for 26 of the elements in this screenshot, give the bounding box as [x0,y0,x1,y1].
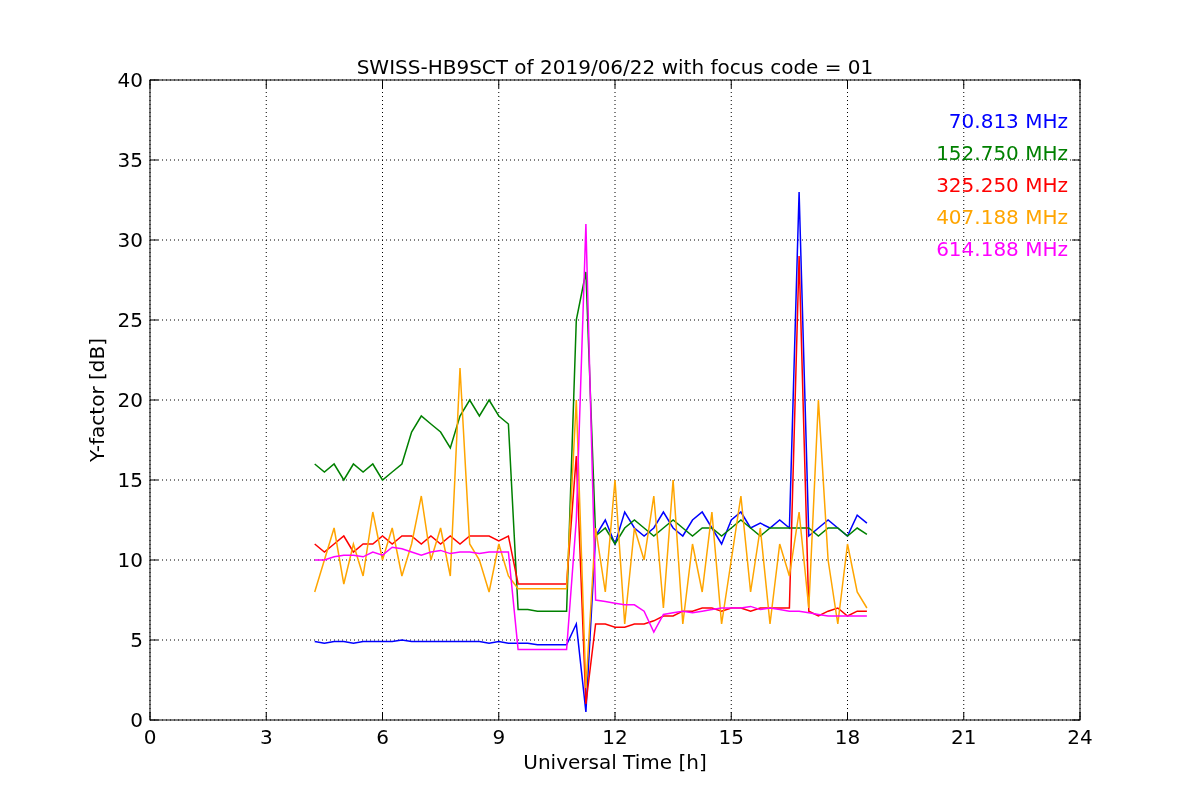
y-tick-label: 30 [117,228,143,252]
y-tick-label: 20 [117,388,143,412]
legend-label: 152.750 MHz [936,141,1068,165]
y-tick-label: 35 [117,148,143,172]
y-tick-label: 15 [117,468,143,492]
y-axis-label: Y-factor [dB] [85,338,109,462]
legend-label: 407.188 MHz [936,205,1068,229]
x-tick-label: 3 [259,725,273,749]
x-tick-label: 12 [602,725,628,749]
x-tick-label: 18 [834,725,861,749]
x-tick-label: 9 [492,725,506,749]
legend-label: 70.813 MHz [948,109,1068,133]
y-tick-label: 10 [117,548,143,572]
legend-label: 614.188 MHz [936,237,1068,261]
legend-label: 325.250 MHz [936,173,1068,197]
y-tick-label: 40 [117,68,143,92]
y-tick-label: 5 [130,628,143,652]
chart-title: SWISS-HB9SCT of 2019/06/22 with focus code = 01 [356,55,874,79]
x-tick-label: 24 [1067,725,1093,749]
x-axis-label: Universal Time [h] [523,750,707,774]
x-tick-label: 0 [143,725,157,749]
x-tick-label: 21 [951,725,977,749]
y-tick-label: 25 [117,308,143,332]
x-tick-label: 6 [376,725,389,749]
x-tick-label: 15 [718,725,744,749]
y-tick-label: 0 [130,708,143,732]
